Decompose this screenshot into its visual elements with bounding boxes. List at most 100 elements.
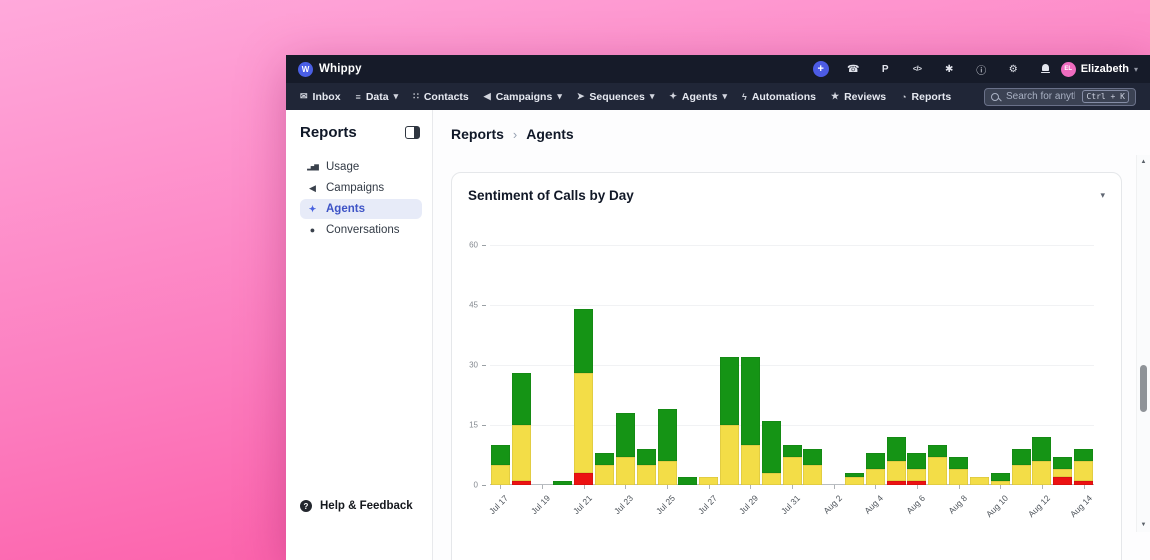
nav-item-reports[interactable]: ◔ Reports [901, 91, 951, 103]
scrollbar-thumb[interactable] [1140, 365, 1147, 412]
vertical-scrollbar[interactable]: ▲ ▼ [1136, 155, 1150, 532]
breadcrumb-separator: › [512, 126, 518, 142]
reviews-icon: ★ [830, 91, 840, 101]
x-axis-tick [500, 485, 502, 489]
plus-icon: + [817, 63, 824, 75]
code-button[interactable]: </> [910, 62, 925, 77]
bar-segment-green-aug-13 [1053, 457, 1073, 469]
bar-segment-yellow-jul-25 [657, 461, 677, 485]
bar-segment-yellow-aug-7 [928, 457, 948, 485]
bell-button[interactable] [1038, 62, 1053, 77]
card-title: Sentiment of Calls by Day [468, 188, 634, 203]
bar-segment-green-jul-22 [595, 453, 615, 465]
bar-segment-green-jul-20 [553, 481, 573, 485]
brand[interactable]: W Whippy [298, 61, 362, 77]
plus-button[interactable]: + [812, 61, 829, 77]
phone-button[interactable]: ☎ [846, 62, 861, 77]
gear-button[interactable]: ⚙ [1006, 62, 1021, 77]
x-axis-tick [792, 485, 793, 489]
bell-icon [1040, 64, 1050, 74]
x-axis-tick-label: Aug 14 [1067, 493, 1094, 520]
nav-item-campaigns[interactable]: ◀ Campaigns ▾ [484, 91, 562, 103]
breadcrumb-item-reports[interactable]: Reports [451, 126, 504, 142]
bar-segment-yellow-aug-13 [1053, 469, 1073, 477]
agents-icon: ✦ [669, 91, 677, 101]
nav-item-inbox[interactable]: ✉ Inbox [300, 91, 341, 103]
global-search[interactable]: Ctrl + K [984, 87, 1136, 106]
card-collapse-icon[interactable]: ▾ [1100, 190, 1105, 201]
help-feedback-label: Help & Feedback [320, 500, 413, 512]
scroll-down-icon[interactable]: ▼ [1141, 522, 1147, 528]
x-axis-tick [750, 485, 752, 489]
bar-segment-yellow-aug-5 [886, 461, 906, 481]
letter-p-button[interactable]: P [878, 62, 893, 77]
x-axis-tick-label: Aug 6 [904, 493, 928, 516]
x-axis-tick [1000, 485, 1002, 489]
bar-segment-green-aug-10 [990, 473, 1010, 481]
bar-segment-green-aug-3 [844, 473, 864, 477]
campaigns-icon: ◀ [483, 91, 491, 101]
letter-p-icon: P [881, 63, 889, 75]
bar-segment-yellow-aug-4 [865, 469, 885, 485]
gridline [490, 305, 1094, 306]
bar-segment-green-jul-31 [782, 445, 802, 457]
sidebar-item-agents[interactable]: ✦ Agents [300, 199, 422, 219]
topbar-actions: + ☎ P </> ✱ ⓘ ⚙ [812, 61, 1053, 77]
x-axis-tick-label: Aug 12 [1025, 493, 1052, 520]
x-axis-tick-label: Jul 21 [570, 493, 594, 517]
sidebar-title: Reports [300, 124, 357, 141]
bar-segment-red-aug-5 [886, 481, 906, 485]
bar-segment-yellow-jul-24 [636, 465, 656, 485]
apps-button[interactable]: ✱ [942, 62, 957, 77]
scroll-up-icon[interactable]: ▲ [1141, 159, 1147, 165]
sidebar-item-usage[interactable]: ▂▅▇ Usage [300, 157, 422, 177]
breadcrumb-item-agents[interactable]: Agents [526, 126, 573, 142]
nav-item-label: Data [365, 90, 389, 103]
bar-segment-yellow-jul-31 [782, 457, 802, 485]
bar-segment-yellow-aug-1 [803, 465, 823, 485]
info-button[interactable]: ⓘ [974, 62, 989, 77]
bar-segment-green-jul-18 [511, 373, 531, 425]
x-axis-tick [625, 485, 627, 489]
nav-item-automations[interactable]: ϟ Automations [742, 91, 816, 103]
x-axis-tick [1041, 485, 1043, 489]
x-axis-tick-label: Jul 19 [529, 493, 553, 517]
y-axis-tick-label: 45 [469, 300, 478, 310]
sidebar-item-conversations[interactable]: ● Conversations [300, 220, 422, 240]
x-axis-tick-label: Aug 10 [984, 493, 1011, 520]
x-axis-tick [833, 485, 835, 489]
help-feedback-button[interactable]: ? Help & Feedback [300, 500, 422, 512]
nav-item-reviews[interactable]: ★ Reviews [831, 91, 886, 103]
bar-segment-green-jul-26 [678, 477, 698, 485]
bar-segment-yellow-jul-21 [574, 373, 594, 473]
y-axis-tick [482, 425, 486, 426]
bar-segment-green-jul-17 [490, 445, 510, 465]
agents-icon: ✦ [308, 203, 317, 214]
user-menu[interactable]: EL Elizabeth ▾ [1060, 61, 1138, 77]
nav-item-agents[interactable]: ✦ Agents ▾ [669, 91, 727, 103]
phone-icon: ☎ [846, 63, 860, 75]
bar-segment-green-aug-4 [865, 453, 885, 469]
x-axis-tick-label: Aug 2 [820, 493, 844, 516]
search-input[interactable] [1004, 90, 1078, 103]
nav-item-contacts[interactable]: ∷ Contacts [413, 91, 469, 103]
reports-icon: ◔ [901, 91, 907, 102]
bar-segment-red-aug-13 [1053, 477, 1073, 485]
bar-segment-green-aug-7 [928, 445, 948, 457]
collapse-sidebar-icon[interactable] [405, 126, 420, 139]
y-axis-tick-label: 60 [469, 240, 478, 250]
chevron-down-icon: ▾ [1133, 64, 1138, 74]
sidebar-item-campaigns[interactable]: ◀ Campaigns [300, 178, 422, 198]
nav-item-data[interactable]: ≡ Data ▾ [356, 91, 399, 103]
bar-segment-yellow-jul-28 [720, 425, 740, 485]
bar-segment-yellow-aug-12 [1032, 461, 1052, 485]
inbox-icon: ✉ [300, 91, 308, 101]
brand-name: Whippy [319, 63, 362, 75]
bar-segment-yellow-jul-22 [595, 465, 615, 485]
bar-segment-green-aug-11 [1011, 449, 1031, 465]
x-axis-tick [916, 485, 918, 489]
nav-item-label: Campaigns [495, 90, 553, 103]
nav-item-sequences[interactable]: ➤ Sequences ▾ [577, 91, 655, 103]
chevron-down-icon: ▾ [557, 91, 562, 101]
sidebar-item-label: Usage [326, 161, 360, 173]
